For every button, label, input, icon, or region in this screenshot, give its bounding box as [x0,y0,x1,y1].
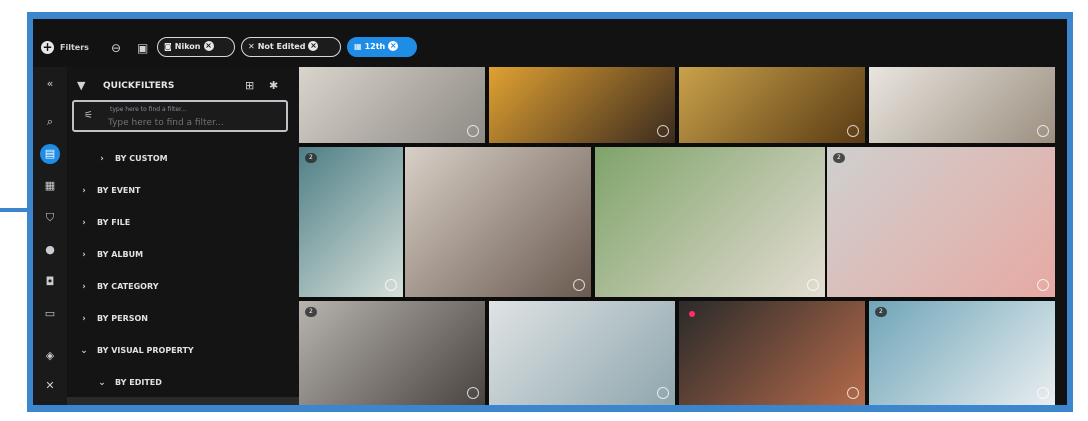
calendar-icon: ▦ [354,42,362,51]
chevron-right-icon: › [100,154,104,164]
add-filter-icon[interactable]: + [41,41,54,54]
quickfilter-item-label: BY VISUAL PROPERTY [97,346,194,355]
remove-chip-icon[interactable]: × [308,40,319,51]
quickfilter-search-input[interactable] [108,116,278,130]
quickfilter-search[interactable]: ⚟ type here to find a filter... [72,100,288,132]
camera-icon: ◙ [164,42,172,51]
quickfilter-item-label: BY FILE [97,218,131,227]
quickfilter-item-label: BY EVENT [97,186,141,195]
filter-chip-not-edited[interactable]: ✕ Not Edited × [241,37,341,57]
quickfilter-item[interactable]: › BY CUSTOM [67,147,299,171]
flag-dot-icon [689,311,695,317]
chevron-right-icon: › [82,218,86,228]
stack-count-badge: 2 [305,307,317,317]
filter-icon: ▼ [77,79,86,92]
quickfilter-item[interactable]: › BY EVENT [67,179,299,203]
photo-elderly-couple[interactable] [595,147,825,297]
briefcase-icon[interactable]: ◘ [41,273,59,291]
link-icon[interactable]: ⊖ [111,41,121,55]
select-circle-icon[interactable] [847,125,859,137]
filter-bar: + Filters ⊖ ▣ ◙ Nikon × ✕ Not Edited × ▦ 12th… [33,19,1067,67]
callout-pointer [0,208,33,212]
add-quickfilter-icon[interactable]: ⊞ [245,79,254,92]
quickfilter-item[interactable]: › BY FILE [67,211,299,235]
select-circle-icon[interactable] [807,279,819,291]
shield-icon[interactable]: ⛉ [41,209,59,227]
select-circle-icon[interactable] [657,125,669,137]
photo-airplane-aisle[interactable]: 2 [299,301,485,405]
filter-chip-date[interactable]: ▦ 12th × [347,37,417,57]
select-circle-icon[interactable] [847,387,859,399]
quickfilter-item-label: BY CATEGORY [97,282,159,291]
bullet-icon: · [113,397,127,405]
select-circle-icon[interactable] [1037,279,1049,291]
quickfilter-item-label: BY ALBUM [97,250,144,259]
remove-chip-icon[interactable]: × [388,40,399,51]
quickfilters-panel: ▼ QUICKFILTERS ⊞ ✱ ⚟ type here to find a… [67,67,299,405]
filter-search-icon: ⚟ [84,110,93,121]
chevron-down-icon: ⌄ [98,378,106,388]
stack-count-badge: 2 [833,153,845,163]
close-icon: ✕ [248,42,255,51]
quickfilter-item-label: BY PERSON [97,314,148,323]
filters-label: Filters [60,43,89,52]
photo-child-curtain[interactable] [679,301,865,405]
photo-harbor-boats[interactable]: 2 [299,147,403,297]
gear-icon[interactable]: ✱ [269,79,278,92]
chevron-right-icon: › [82,314,86,324]
photo-app-window: + Filters ⊖ ▣ ◙ Nikon × ✕ Not Edited × ▦ 12th… [33,19,1067,405]
quickfilter-item[interactable]: · Not Edited [67,397,299,405]
photo-marina-boat[interactable]: 2 [869,301,1055,405]
filter-chip-label: Nikon [174,42,201,51]
search-icon[interactable]: ⌕ [41,113,59,131]
quickfilter-item[interactable]: › BY CATEGORY [67,275,299,299]
select-circle-icon[interactable] [657,387,669,399]
save-filter-icon[interactable]: ▣ [137,41,148,55]
photo-dancer-studio[interactable] [299,67,485,143]
person-icon[interactable]: ● [41,241,59,259]
quickfilter-item-label: Not Edited [133,404,181,405]
search-hint: type here to find a filter... [110,106,187,113]
left-rail: « ⌕ ▤ ▦ ⛉ ● ◘ ▭ ◈ ✕ [33,67,67,405]
quickfilter-item[interactable]: › BY ALBUM [67,243,299,267]
tools-icon[interactable]: ✕ [41,377,59,395]
panel-title: QUICKFILTERS [103,81,175,91]
photo-ballet-dancers[interactable] [405,147,591,297]
collapse-icon[interactable]: « [41,75,59,93]
quickfilter-item-label: BY CUSTOM [115,154,168,163]
select-circle-icon[interactable] [1037,387,1049,399]
photos-icon[interactable]: ▤ [40,144,60,164]
right-toolbar [1055,67,1067,405]
stack-count-badge: 2 [305,153,317,163]
chevron-right-icon: › [82,282,86,292]
quickfilter-item[interactable]: › BY PERSON [67,307,299,331]
chevron-right-icon: › [82,250,86,260]
select-circle-icon[interactable] [385,279,397,291]
select-circle-icon[interactable] [467,387,479,399]
filter-chip-label: Not Edited [257,42,306,51]
chevron-right-icon: › [82,186,86,196]
select-circle-icon[interactable] [573,279,585,291]
photo-cacao-pods[interactable] [679,67,865,143]
chevron-down-icon: ⌄ [80,346,88,356]
stack-count-badge: 2 [875,307,887,317]
select-circle-icon[interactable] [467,125,479,137]
photo-table-party[interactable] [869,67,1055,143]
select-circle-icon[interactable] [1037,125,1049,137]
photo-grid: 2 2 2 2 [299,67,1055,405]
filter-chip-label: 12th [364,42,386,51]
photo-donuts[interactable] [489,67,675,143]
photo-girl-airplane[interactable]: 2 [827,147,1055,297]
quickfilter-item[interactable]: ⌄ BY VISUAL PROPERTY [67,339,299,363]
quickfilter-item[interactable]: ⌄ BY EDITED [67,371,299,395]
folder-icon[interactable]: ▭ [41,305,59,323]
quickfilter-item-label: BY EDITED [115,378,162,387]
tags-icon[interactable]: ◈ [41,347,59,365]
calendar-icon[interactable]: ▦ [41,177,59,195]
filter-chip-nikon[interactable]: ◙ Nikon × [157,37,235,57]
screenshot-stage: + Filters ⊖ ▣ ◙ Nikon × ✕ Not Edited × ▦ 12th… [0,0,1088,421]
remove-chip-icon[interactable]: × [203,40,214,51]
photo-beach-seagulls[interactable] [489,301,675,405]
